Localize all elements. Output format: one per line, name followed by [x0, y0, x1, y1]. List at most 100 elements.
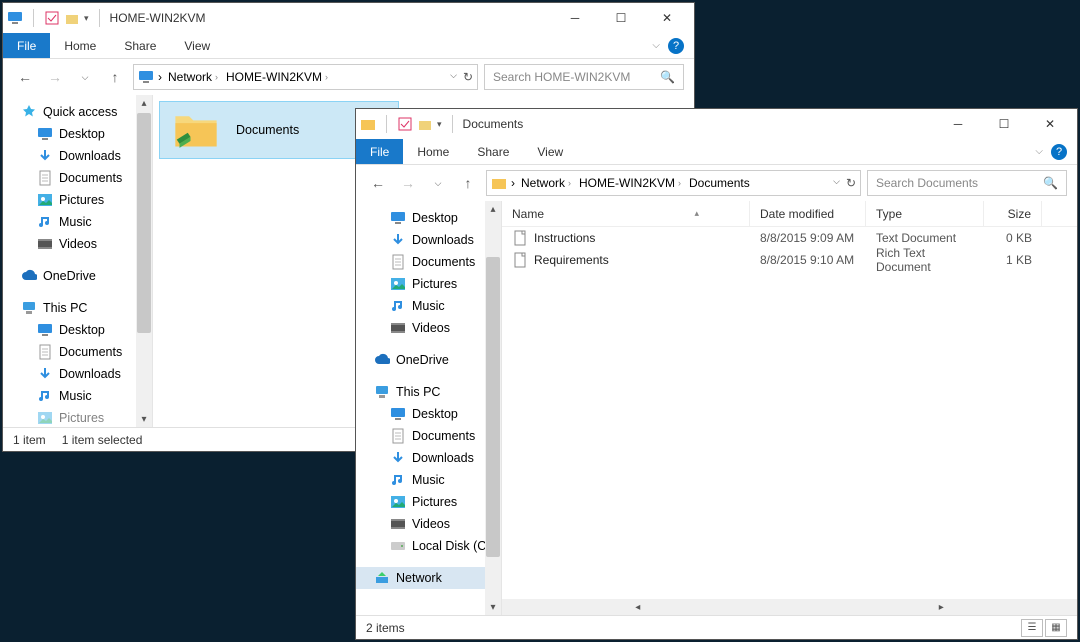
- nav-onedrive[interactable]: OneDrive: [356, 349, 501, 371]
- tab-home[interactable]: Home: [403, 139, 463, 164]
- breadcrumb-network[interactable]: Network›: [166, 70, 220, 84]
- recent-dropdown-icon[interactable]: ⌵: [73, 65, 97, 89]
- nav-videos[interactable]: Videos: [356, 317, 501, 339]
- scroll-thumb[interactable]: [486, 257, 500, 557]
- qat-dropdown-icon[interactable]: ▾: [84, 13, 89, 24]
- recent-dropdown-icon[interactable]: ⌵: [426, 171, 450, 195]
- nav-downloads[interactable]: Downloads📌: [3, 145, 152, 167]
- nav-documents[interactable]: Documents📌: [356, 251, 501, 273]
- view-large-button[interactable]: ▦: [1045, 619, 1067, 637]
- help-icon[interactable]: ?: [1051, 144, 1067, 160]
- scroll-thumb[interactable]: [137, 113, 151, 333]
- nav-music[interactable]: Music: [3, 211, 152, 233]
- horizontal-scrollbar[interactable]: ◂ ▸: [502, 599, 1077, 615]
- back-button[interactable]: ←: [13, 65, 37, 89]
- nav-documents-pc[interactable]: Documents: [356, 425, 501, 447]
- nav-scrollbar[interactable]: ▴ ▾: [136, 95, 152, 427]
- file-row[interactable]: Requirements 8/8/2015 9:10 AM Rich Text …: [502, 249, 1077, 271]
- tab-view[interactable]: View: [523, 139, 577, 164]
- view-details-button[interactable]: ☰: [1021, 619, 1043, 637]
- nav-music[interactable]: Music: [356, 295, 501, 317]
- address-dropdown-icon[interactable]: ⌵: [450, 70, 457, 84]
- nav-quick-access[interactable]: Quick access: [3, 101, 152, 123]
- scroll-up-icon[interactable]: ▴: [485, 201, 501, 217]
- forward-button[interactable]: →: [396, 171, 420, 195]
- scroll-up-icon[interactable]: ▴: [136, 95, 152, 111]
- nav-downloads-pc[interactable]: Downloads: [3, 363, 152, 385]
- qat-properties-icon[interactable]: [44, 10, 60, 26]
- forward-button[interactable]: →: [43, 65, 67, 89]
- nav-videos-pc[interactable]: Videos: [356, 513, 501, 535]
- tab-share[interactable]: Share: [463, 139, 523, 164]
- nav-pictures[interactable]: Pictures📌: [3, 189, 152, 211]
- tab-file[interactable]: File: [356, 139, 403, 164]
- nav-scrollbar[interactable]: ▴ ▾: [485, 201, 501, 615]
- breadcrumb-documents[interactable]: Documents: [687, 176, 752, 190]
- col-name[interactable]: Name▴: [502, 201, 750, 226]
- tab-home[interactable]: Home: [50, 33, 110, 58]
- nav-this-pc[interactable]: This PC: [3, 297, 152, 319]
- tab-view[interactable]: View: [170, 33, 224, 58]
- search-input[interactable]: Search Documents 🔍: [867, 170, 1067, 196]
- tab-file[interactable]: File: [3, 33, 50, 58]
- close-button[interactable]: ✕: [644, 3, 690, 33]
- search-icon: 🔍: [1043, 176, 1058, 190]
- breadcrumb-network[interactable]: Network›: [519, 176, 573, 190]
- chevron-right-icon[interactable]: ›: [158, 70, 162, 84]
- nav-desktop[interactable]: Desktop📌: [3, 123, 152, 145]
- search-input[interactable]: Search HOME-WIN2KVM 🔍: [484, 64, 684, 90]
- refresh-icon[interactable]: ↻: [463, 70, 473, 84]
- qat-dropdown-icon[interactable]: ▾: [437, 119, 442, 130]
- ribbon-expand-icon[interactable]: ⌵: [1035, 146, 1043, 157]
- nav-pictures-pc[interactable]: Pictures: [3, 407, 152, 427]
- up-button[interactable]: ↑: [103, 65, 127, 89]
- scroll-right-icon[interactable]: ▸: [806, 599, 1078, 615]
- nav-network[interactable]: Network: [356, 567, 501, 589]
- minimize-button[interactable]: ─: [552, 3, 598, 33]
- col-type[interactable]: Type: [866, 201, 984, 226]
- scroll-left-icon[interactable]: ◂: [502, 599, 774, 615]
- nav-pictures[interactable]: Pictures📌: [356, 273, 501, 295]
- help-icon[interactable]: ?: [668, 38, 684, 54]
- maximize-button[interactable]: ☐: [598, 3, 644, 33]
- nav-downloads-pc[interactable]: Downloads: [356, 447, 501, 469]
- qat-newfolder-icon[interactable]: [64, 10, 80, 26]
- nav-desktop-pc[interactable]: Desktop: [3, 319, 152, 341]
- nav-desktop[interactable]: Desktop📌: [356, 207, 501, 229]
- up-button[interactable]: ↑: [456, 171, 480, 195]
- titlebar[interactable]: ▾ HOME-WIN2KVM ─ ☐ ✕: [3, 3, 694, 33]
- downloads-icon: [390, 232, 406, 248]
- address-dropdown-icon[interactable]: ⌵: [833, 176, 840, 190]
- back-button[interactable]: ←: [366, 171, 390, 195]
- qat-newfolder-icon[interactable]: [417, 116, 433, 132]
- address-bar[interactable]: › Network› HOME-WIN2KVM› ⌵ ↻: [133, 64, 478, 90]
- nav-music-pc[interactable]: Music: [356, 469, 501, 491]
- nav-documents[interactable]: Documents📌: [3, 167, 152, 189]
- nav-pictures-pc[interactable]: Pictures: [356, 491, 501, 513]
- tab-share[interactable]: Share: [110, 33, 170, 58]
- titlebar[interactable]: ▾ Documents ─ ☐ ✕: [356, 109, 1077, 139]
- nav-desktop-pc[interactable]: Desktop: [356, 403, 501, 425]
- qat-properties-icon[interactable]: [397, 116, 413, 132]
- col-size[interactable]: Size: [984, 201, 1042, 226]
- close-button[interactable]: ✕: [1027, 109, 1073, 139]
- ribbon-expand-icon[interactable]: ⌵: [652, 40, 660, 51]
- file-row[interactable]: Instructions 8/8/2015 9:09 AM Text Docum…: [502, 227, 1077, 249]
- nav-this-pc[interactable]: This PC: [356, 381, 501, 403]
- scroll-down-icon[interactable]: ▾: [136, 411, 152, 427]
- nav-onedrive[interactable]: OneDrive: [3, 265, 152, 287]
- nav-documents-pc[interactable]: Documents: [3, 341, 152, 363]
- minimize-button[interactable]: ─: [935, 109, 981, 139]
- scroll-down-icon[interactable]: ▾: [485, 599, 501, 615]
- nav-downloads[interactable]: Downloads📌: [356, 229, 501, 251]
- nav-local-disk[interactable]: Local Disk (C:): [356, 535, 501, 557]
- breadcrumb-host[interactable]: HOME-WIN2KVM›: [224, 70, 330, 84]
- maximize-button[interactable]: ☐: [981, 109, 1027, 139]
- breadcrumb-host[interactable]: HOME-WIN2KVM›: [577, 176, 683, 190]
- col-date[interactable]: Date modified: [750, 201, 866, 226]
- nav-music-pc[interactable]: Music: [3, 385, 152, 407]
- refresh-icon[interactable]: ↻: [846, 176, 856, 190]
- nav-videos[interactable]: Videos: [3, 233, 152, 255]
- chevron-right-icon[interactable]: ›: [511, 176, 515, 190]
- address-bar[interactable]: › Network› HOME-WIN2KVM› Documents ⌵ ↻: [486, 170, 861, 196]
